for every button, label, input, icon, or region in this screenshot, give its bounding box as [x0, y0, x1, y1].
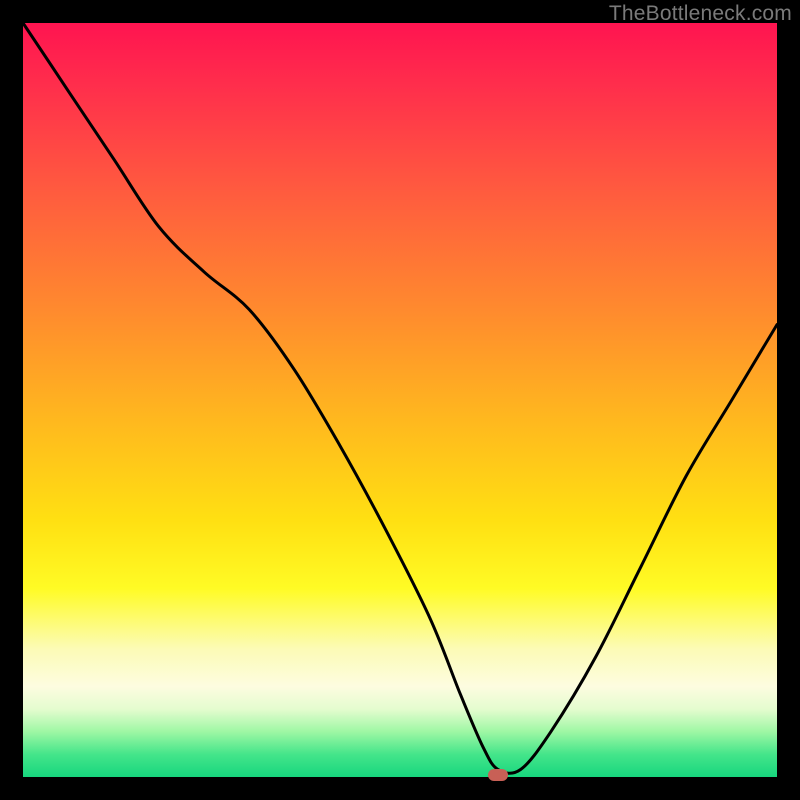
chart-frame: TheBottleneck.com [0, 0, 800, 800]
bottleneck-curve [23, 23, 777, 777]
watermark-text: TheBottleneck.com [609, 2, 792, 26]
optimal-point-marker [488, 769, 508, 781]
plot-area [23, 23, 777, 777]
